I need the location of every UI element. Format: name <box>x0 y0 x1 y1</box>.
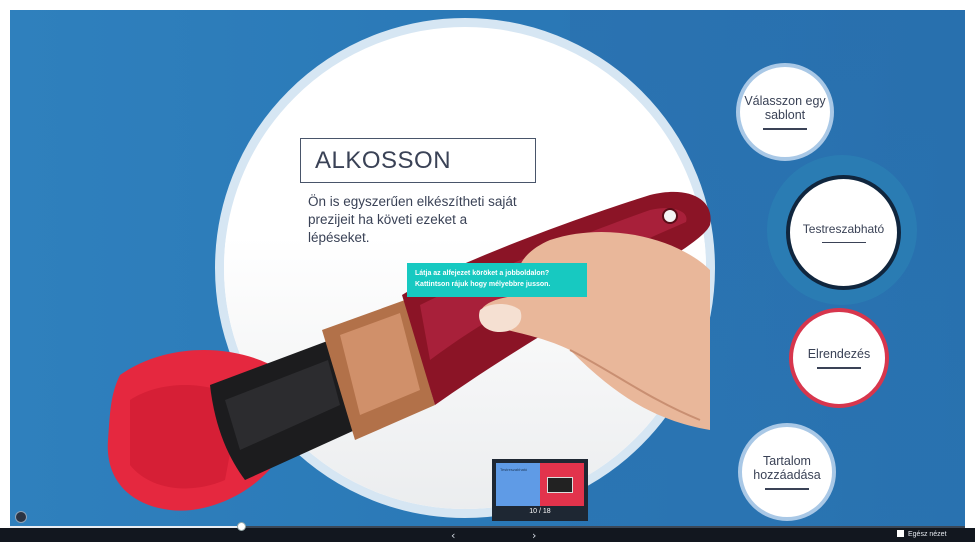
slide-title-box: ALKOSSON <box>300 138 536 183</box>
fullscreen-icon <box>897 530 904 537</box>
chevron-left-icon[interactable]: ‹ <box>451 529 455 542</box>
node-underline <box>763 128 807 130</box>
home-icon[interactable] <box>15 511 27 523</box>
node-label: Elrendezés <box>807 347 871 362</box>
hint-tooltip: Látja az alfejezet köröket a jobboldalon… <box>407 263 587 297</box>
slide-counter: 10 / 18 <box>529 508 551 515</box>
player-controls-bar <box>0 528 975 542</box>
fullscreen-button[interactable]: Egész nézet <box>897 530 947 538</box>
progress-knob[interactable] <box>237 522 246 531</box>
node-label: Válasszon egy sablont <box>744 94 826 123</box>
node-label: Testreszabható <box>802 221 885 236</box>
node-underline <box>817 367 861 369</box>
slide-lead-text: Ön is egyszerűen elkészítheti saját prez… <box>308 194 517 245</box>
node-valasszon-sablont[interactable]: Válasszon egy sablont <box>736 63 834 161</box>
node-tartalom-hozzaadasa[interactable]: Tartalom hozzáadása <box>738 423 836 521</box>
node-label: Tartalom hozzáadása <box>753 454 821 483</box>
fullscreen-label: Egész nézet <box>908 531 947 538</box>
slide-title: ALKOSSON <box>315 147 452 174</box>
slide-thumbnail[interactable]: Testreszabható 10 / 18 <box>492 459 588 521</box>
node-underline <box>821 241 866 244</box>
node-testreszabhato[interactable]: Testreszabható <box>786 175 901 290</box>
prezi-canvas[interactable]: ALKOSSON Ön is egyszerűen elkészítheti s… <box>10 10 965 528</box>
thumbnail-left-text: Testreszabható <box>500 467 528 472</box>
thumbnail-mini-image <box>547 477 573 493</box>
node-underline <box>765 488 809 490</box>
node-elrendezes[interactable]: Elrendezés <box>789 308 889 408</box>
chevron-right-icon[interactable]: › <box>532 529 536 542</box>
progress-fill <box>10 526 242 528</box>
